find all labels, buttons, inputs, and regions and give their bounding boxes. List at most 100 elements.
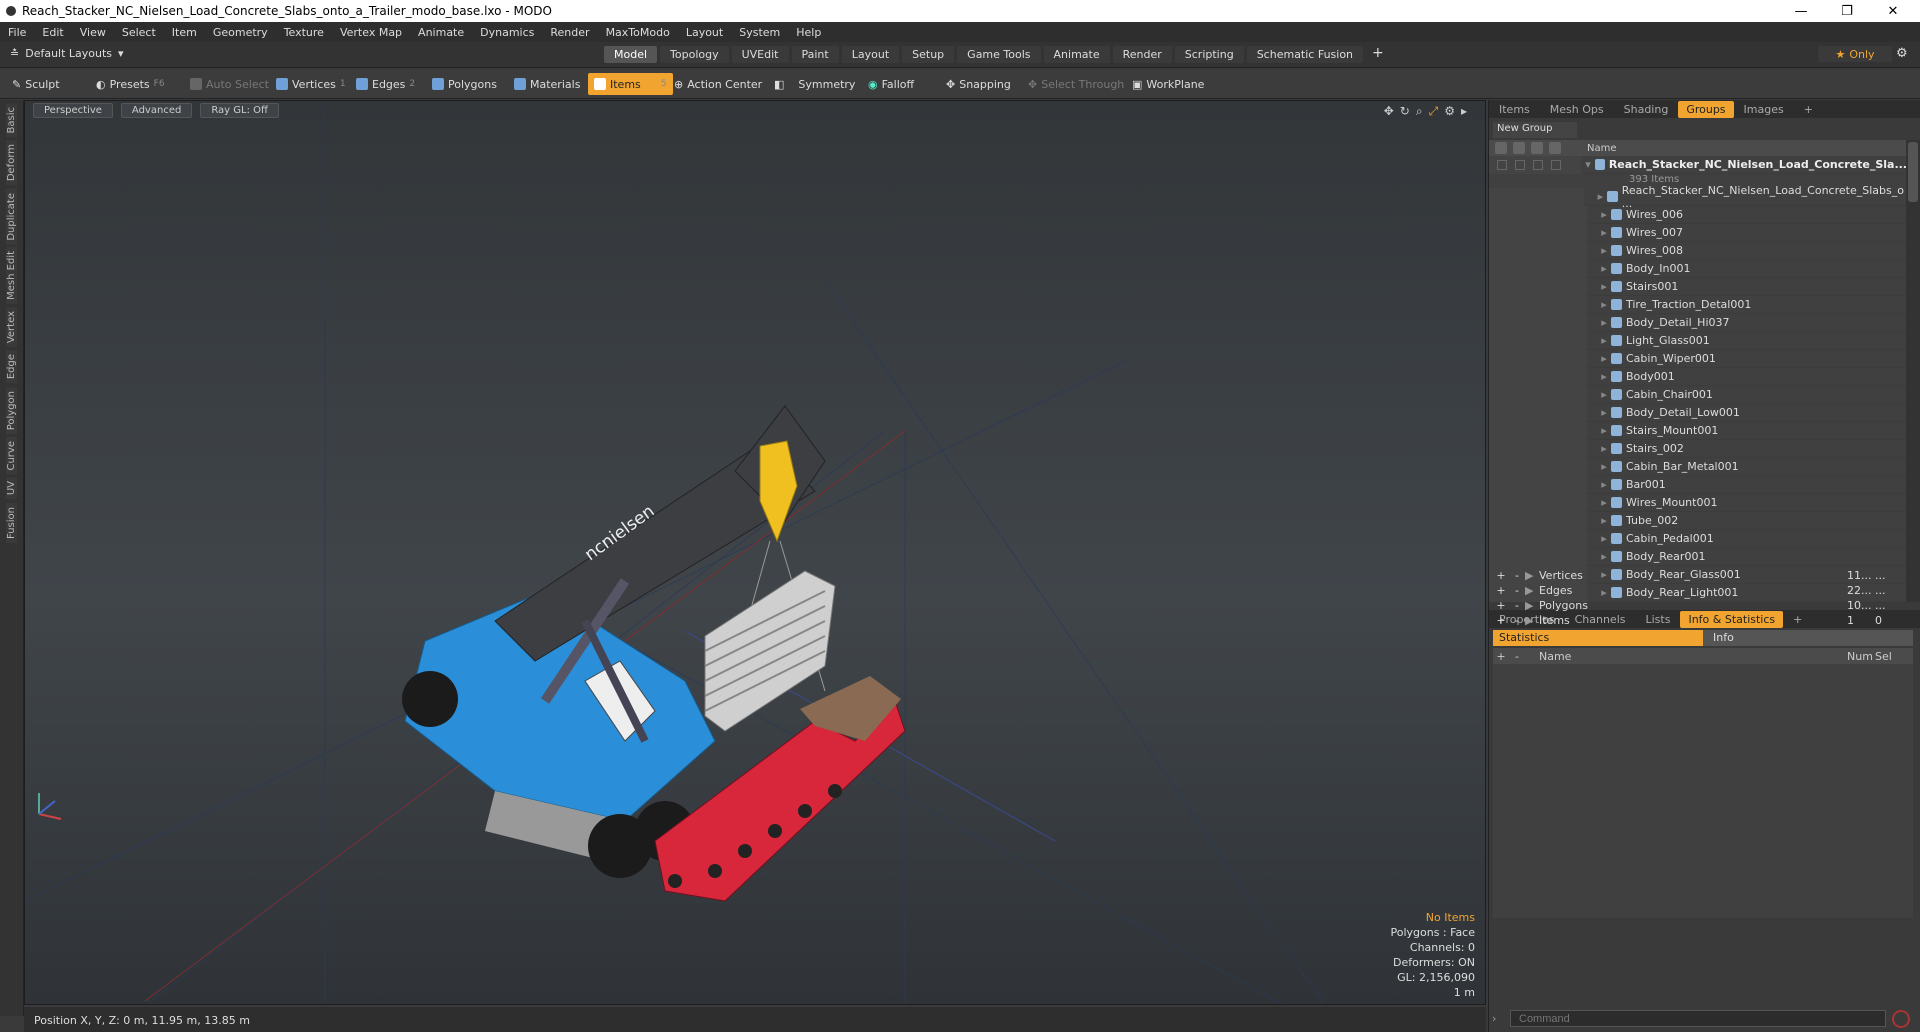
tree-row[interactable]: ▸ Body_Detail_Low001 — [1489, 403, 1907, 422]
tree-arrow-icon[interactable]: ▸ — [1597, 550, 1611, 563]
tab-scripting[interactable]: Scripting — [1174, 46, 1244, 63]
tree-row[interactable]: ▸ Cabin_Pedal001 — [1489, 529, 1907, 548]
maximize-icon[interactable]: ❐ — [1824, 0, 1870, 22]
tree-row[interactable]: ▸ Cabin_Wiper001 — [1489, 349, 1907, 368]
select-through-button[interactable]: ✥ Select Through — [1022, 73, 1130, 95]
raygl-toggle[interactable]: Ray GL: Off — [200, 103, 279, 118]
menu-maxtomodo[interactable]: MaxToModo — [598, 26, 678, 39]
symmetry-button[interactable]: ◧ Symmetry — [768, 73, 861, 95]
new-group-button[interactable]: New Group — [1493, 122, 1577, 138]
close-icon[interactable]: ✕ — [1870, 0, 1916, 22]
tree-arrow-icon[interactable]: ▸ — [1597, 298, 1611, 311]
presets-button[interactable]: ◐ Presets F6 — [90, 73, 171, 95]
tab-items[interactable]: Items — [1489, 103, 1540, 116]
menu-help[interactable]: Help — [788, 26, 829, 39]
gear-icon[interactable]: ⚙ — [1896, 46, 1908, 61]
statistics-tab[interactable]: Statistics — [1493, 630, 1703, 646]
materials-button[interactable]: Materials — [508, 73, 586, 95]
tree-arrow-icon[interactable]: ▸ — [1597, 532, 1611, 545]
tree-row[interactable]: ▸ Wires_007 — [1489, 223, 1907, 242]
sculpt-button[interactable]: ✎ Sculpt — [6, 73, 66, 95]
edges-button[interactable]: Edges 2 — [350, 73, 421, 95]
tab-images[interactable]: Images — [1734, 103, 1794, 116]
3d-viewport[interactable]: ncnielsen Perspective Advanced Ray GL: O… — [24, 100, 1486, 1005]
tree-arrow-icon[interactable]: ▸ — [1594, 190, 1607, 203]
minus-icon[interactable]: - — [1509, 584, 1525, 597]
left-tab-mesh-edit[interactable]: Mesh Edit — [6, 247, 17, 305]
tree-arrow-icon[interactable]: ▸ — [1597, 478, 1611, 491]
tree-arrow-icon[interactable]: ▸ — [1597, 208, 1611, 221]
vertices-button[interactable]: Vertices 1 — [270, 73, 352, 95]
move-view-icon[interactable]: ✥ — [1384, 104, 1394, 119]
tree-arrow-icon[interactable]: ▸ — [1597, 244, 1611, 257]
tree-arrow-icon[interactable]: ▸ — [1597, 370, 1611, 383]
menu-vertex-map[interactable]: Vertex Map — [332, 26, 410, 39]
perspective-dropdown[interactable]: Perspective — [33, 103, 113, 118]
menu-system[interactable]: System — [731, 26, 788, 39]
left-tab-polygon[interactable]: Polygon — [6, 386, 17, 434]
menu-view[interactable]: View — [72, 26, 114, 39]
left-tab-edge[interactable]: Edge — [6, 350, 17, 384]
minus-icon[interactable]: - — [1509, 569, 1525, 582]
tab-model[interactable]: Model — [604, 46, 658, 63]
render-toggle-icon[interactable] — [1515, 159, 1525, 170]
tree-row[interactable]: ▸ Cabin_Bar_Metal001 — [1489, 457, 1907, 476]
menu-item[interactable]: Item — [164, 26, 205, 39]
plus-icon[interactable]: + — [1493, 569, 1509, 582]
only-toggle[interactable]: ★ Only — [1818, 46, 1892, 62]
action-center-button[interactable]: ⊕ Action Center — [668, 73, 768, 95]
auto-select-button[interactable]: Auto Select — [184, 73, 275, 95]
minus-icon[interactable]: - — [1509, 614, 1525, 627]
minus-icon[interactable]: - — [1509, 599, 1525, 612]
tree-arrow-icon[interactable]: ▸ — [1597, 460, 1611, 473]
expand-arrow-icon[interactable]: ▶ — [1525, 614, 1539, 627]
tree-arrow-icon[interactable]: ▸ — [1597, 388, 1611, 401]
command-input[interactable] — [1510, 1010, 1886, 1027]
polygons-button[interactable]: Polygons — [426, 73, 503, 95]
tab-mesh-ops[interactable]: Mesh Ops — [1540, 103, 1614, 116]
tree-arrow-icon[interactable]: ▸ — [1597, 442, 1611, 455]
zoom-view-icon[interactable]: ⌕ — [1416, 104, 1423, 119]
left-tab-basic[interactable]: Basic — [6, 103, 17, 138]
advanced-dropdown[interactable]: Advanced — [120, 103, 193, 118]
tree-row[interactable]: ▸ Body001 — [1489, 367, 1907, 386]
tree-row[interactable]: ▸ Stairs001 — [1489, 277, 1907, 296]
tree-arrow-icon[interactable]: ▸ — [1597, 262, 1611, 275]
menu-animate[interactable]: Animate — [410, 26, 472, 39]
view-menu-icon[interactable]: ▸ — [1461, 104, 1467, 119]
menu-edit[interactable]: Edit — [34, 26, 71, 39]
tree-scrollbar[interactable] — [1906, 140, 1920, 602]
menu-render[interactable]: Render — [542, 26, 597, 39]
minimize-icon[interactable]: — — [1778, 0, 1824, 22]
info-tab[interactable]: Info — [1703, 630, 1913, 646]
visibility-icon[interactable] — [1495, 142, 1507, 154]
expand-arrow-icon[interactable]: ▶ — [1525, 599, 1539, 612]
lock-toggle-icon[interactable] — [1533, 159, 1543, 170]
workplane-button[interactable]: ▣ WorkPlane — [1126, 73, 1210, 95]
default-layouts-dropdown[interactable]: ≛ Default Layouts ▾ — [10, 47, 124, 60]
tree-row[interactable]: ▸ Stairs_002 — [1489, 439, 1907, 458]
tree-row[interactable]: ▸ Body_In001 — [1489, 259, 1907, 278]
tree-row[interactable]: ▸ Tube_002 — [1489, 511, 1907, 530]
tree-row[interactable]: ▸ Body_Rear001 — [1489, 547, 1907, 566]
collapse-all-icon[interactable]: - — [1509, 650, 1525, 663]
rotate-view-icon[interactable]: ↻ — [1400, 104, 1410, 119]
tab-setup[interactable]: Setup — [902, 46, 955, 63]
select-toggle-icon[interactable] — [1551, 159, 1561, 170]
tab-schematic-fusion[interactable]: Schematic Fusion — [1246, 46, 1364, 63]
menu-geometry[interactable]: Geometry — [205, 26, 276, 39]
tree-arrow-icon[interactable]: ▸ — [1597, 406, 1611, 419]
tree-arrow-icon[interactable]: ▸ — [1597, 316, 1611, 329]
menu-select[interactable]: Select — [114, 26, 164, 39]
tree-row-root[interactable]: ▾ Reach_Stacker_NC_Nielsen_Load_Concrete… — [1489, 155, 1907, 174]
tree-row[interactable]: ▸ Stairs_Mount001 — [1489, 421, 1907, 440]
falloff-button[interactable]: ◉ Falloff — [862, 73, 920, 95]
left-tab-duplicate[interactable]: Duplicate — [6, 188, 17, 245]
select-icon[interactable] — [1549, 142, 1561, 154]
tab-shading[interactable]: Shading — [1614, 103, 1679, 116]
snapping-button[interactable]: ✥ Snapping — [940, 73, 1017, 95]
items-button[interactable]: Items 5 — [588, 73, 673, 95]
tree-arrow-icon[interactable]: ▸ — [1597, 424, 1611, 437]
tree-row[interactable]: ▸ Light_Glass001 — [1489, 331, 1907, 350]
tab-game-tools[interactable]: Game Tools — [957, 46, 1041, 63]
